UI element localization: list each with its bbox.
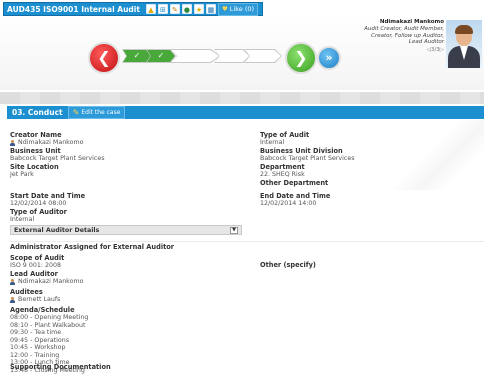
user-roles: Audit Creator, Audit Member, Creator, Fo… xyxy=(364,25,444,46)
site-location-value: Jet Park xyxy=(10,171,34,178)
scope-label: Scope of Audit xyxy=(10,254,65,262)
department-value: 22. SHEQ Risk xyxy=(260,171,305,178)
pencil-icon[interactable]: ✎ xyxy=(169,4,180,14)
other-specify-label: Other (specify) xyxy=(260,261,316,269)
supporting-docs-field: Supporting Documentation xyxy=(10,363,111,371)
chevron-down-icon[interactable]: ▼ xyxy=(230,226,238,234)
conduct-details: Creator Name Ndimakazi Mankomo Business … xyxy=(10,131,484,374)
previous-step-button[interactable]: ❮ xyxy=(88,42,120,74)
section-title: 03. Conduct xyxy=(12,108,63,117)
type-of-audit-value: Internal xyxy=(260,139,285,146)
warning-icon[interactable]: ▲ xyxy=(145,4,156,14)
admin-assigned-field: Administrator Assigned for External Audi… xyxy=(10,243,174,251)
start-date-value: 12/02/2014 08:00 xyxy=(10,200,67,207)
check-icon: ✓ xyxy=(157,51,165,60)
like-label: Like (0) xyxy=(229,5,255,13)
type-of-audit-label: Type of Audit xyxy=(260,131,310,139)
user-name: Ndimakazi Mankomo xyxy=(379,19,444,25)
sitemap-icon[interactable]: ⊞ xyxy=(157,4,168,14)
business-unit-value: Babcock Target Plant Services xyxy=(10,155,105,162)
type-of-auditor-value: Internal xyxy=(10,216,35,223)
other-department-field: Other Department xyxy=(260,179,328,187)
audit-title: AUD435 ISO9001 Internal Audit xyxy=(7,4,140,14)
user-pager[interactable]: ◁3/3▷ xyxy=(364,47,444,54)
creator-name-value: Ndimakazi Mankomo xyxy=(18,139,84,146)
person-icon xyxy=(10,278,15,285)
pager-value: 3/3 xyxy=(430,47,440,54)
person-icon xyxy=(10,296,15,303)
end-date-value: 12/02/2014 14:00 xyxy=(260,200,317,207)
skip-forward-button[interactable]: » xyxy=(317,46,341,70)
end-date-field: End Date and Time 12/02/2014 14:00 xyxy=(260,192,330,208)
external-auditor-dropdown-value: External Auditor Details xyxy=(14,226,100,234)
site-location-field: Site Location Jet Park xyxy=(10,163,59,179)
pencil-icon: ✎ xyxy=(72,107,80,117)
site-location-label: Site Location xyxy=(10,163,59,171)
star-icon[interactable]: ★ xyxy=(193,4,204,14)
globe-icon[interactable]: ● xyxy=(181,4,192,14)
auditees-field: Auditees Bernett Laufs xyxy=(10,288,60,304)
scope-field: Scope of Audit ISO 9 001: 2008 xyxy=(10,254,64,270)
start-date-field: Start Date and Time 12/02/2014 08:00 xyxy=(10,192,85,208)
avatar xyxy=(446,20,482,68)
department-label: Department xyxy=(260,163,305,171)
auditees-label: Auditees xyxy=(10,288,43,296)
tab-strip xyxy=(0,92,484,104)
workflow-step-5 xyxy=(245,50,281,62)
lead-auditor-label: Lead Auditor xyxy=(10,270,58,278)
end-date-label: End Date and Time xyxy=(260,192,331,200)
user-info: Ndimakazi Mankomo Audit Creator, Audit M… xyxy=(364,19,444,54)
start-date-label: Start Date and Time xyxy=(10,192,86,200)
department-field: Department 22. SHEQ Risk xyxy=(260,163,305,179)
person-icon xyxy=(10,139,15,146)
workflow-step-1: ✓ xyxy=(123,50,151,62)
business-unit-division-field: Business Unit Division Babcock Target Pl… xyxy=(260,147,355,163)
next-step-button[interactable]: ❯ xyxy=(285,42,317,74)
divider xyxy=(10,241,484,242)
back-arrow-icon: ❮ xyxy=(97,48,111,67)
external-auditor-dropdown[interactable]: External Auditor Details ▼ xyxy=(10,225,242,235)
workflow-step-2: ✓ xyxy=(147,50,175,62)
creator-name-label: Creator Name xyxy=(10,131,62,139)
admin-assigned-label: Administrator Assigned for External Audi… xyxy=(10,243,175,251)
edit-case-button[interactable]: ✎ Edit the case xyxy=(67,106,126,119)
section-header: 03. Conduct ✎ Edit the case xyxy=(7,106,484,119)
business-unit-label: Business Unit xyxy=(10,147,61,155)
pager-next-icon[interactable]: ▷ xyxy=(440,47,444,53)
forward-arrow-icon: ❯ xyxy=(294,48,308,67)
business-unit-division-value: Babcock Target Plant Services xyxy=(260,155,355,162)
other-specify-field: Other (specify) xyxy=(260,261,316,269)
scope-value: ISO 9 001: 2008 xyxy=(10,262,61,269)
type-of-auditor-field: Type of Auditor Internal xyxy=(10,208,67,224)
thumbs-up-icon: ♥ xyxy=(221,5,228,13)
like-button[interactable]: ♥ Like (0) xyxy=(217,2,259,16)
workflow-band: ❮ ✓ ✓ ❯ » Ndimakazi Mankomo Audit Creato… xyxy=(0,16,484,90)
business-unit-field: Business Unit Babcock Target Plant Servi… xyxy=(10,147,105,163)
fast-forward-icon: » xyxy=(325,51,333,64)
type-of-audit-field: Type of Audit Internal xyxy=(260,131,309,147)
check-icon: ✓ xyxy=(133,51,141,60)
agenda-label: Agenda/Schedule xyxy=(10,306,75,314)
creator-name-field: Creator Name Ndimakazi Mankomo xyxy=(10,131,83,147)
calendar-icon[interactable]: ▦ xyxy=(205,4,216,14)
auditee-value: Bernett Laufs xyxy=(18,296,61,303)
audit-toolbar: AUD435 ISO9001 Internal Audit ▲ ⊞ ✎ ● ★ … xyxy=(3,2,263,16)
business-unit-division-label: Business Unit Division xyxy=(260,147,343,155)
workflow-step-3 xyxy=(171,50,219,62)
lead-auditor-value: Ndimakazi Mankomo xyxy=(18,278,84,285)
workflow-step-4 xyxy=(215,50,249,62)
supporting-docs-label: Supporting Documentation xyxy=(10,363,111,371)
edit-case-label: Edit the case xyxy=(81,109,121,116)
lead-auditor-field: Lead Auditor Ndimakazi Mankomo xyxy=(10,270,83,286)
other-department-label: Other Department xyxy=(260,179,329,187)
type-of-auditor-label: Type of Auditor xyxy=(10,208,67,216)
